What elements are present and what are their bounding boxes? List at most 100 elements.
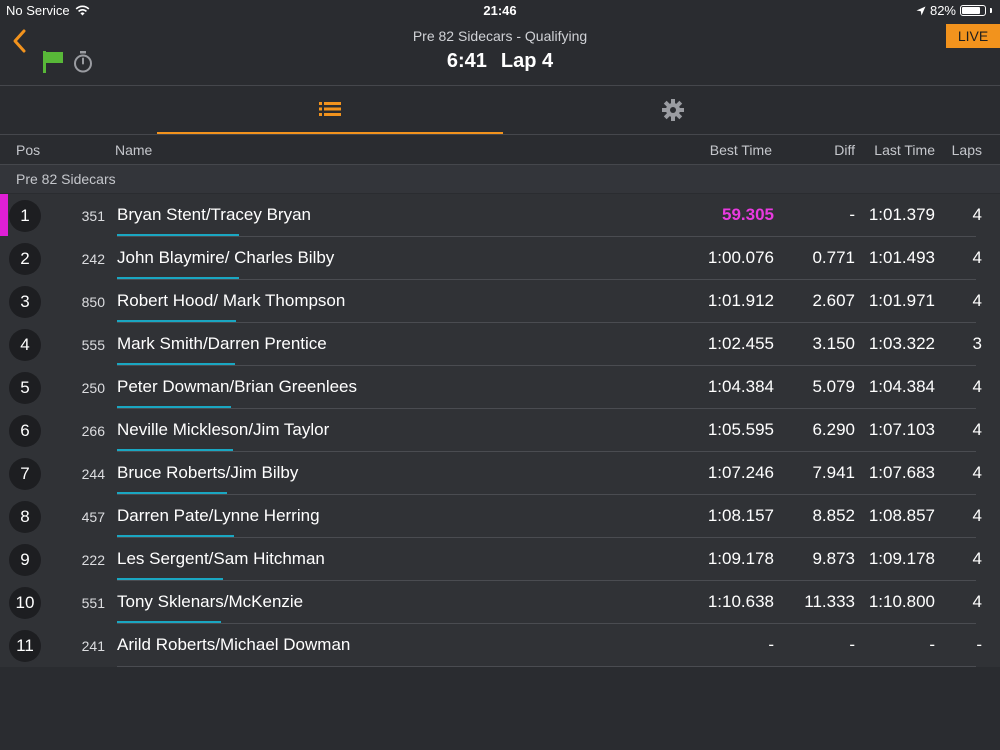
gap-diff: -: [849, 205, 855, 224]
best-time: -: [768, 635, 774, 654]
last-time: 1:08.857: [868, 506, 935, 525]
lap-count: 4: [972, 463, 982, 482]
last-time: 1:10.800: [868, 592, 935, 611]
class-group-title: Pre 82 Sidecars: [16, 171, 116, 187]
lap-count: 4: [972, 291, 982, 310]
car-number: 250: [81, 380, 105, 396]
last-time: 1:07.103: [868, 420, 935, 439]
lap-count: 4: [972, 420, 982, 439]
tab-settings[interactable]: [503, 86, 843, 134]
position-badge: 6: [9, 415, 41, 447]
battery-tip: [990, 8, 992, 13]
battery-percent: 82%: [929, 3, 956, 18]
best-time: 1:10.638: [707, 592, 774, 611]
gap-diff: 3.150: [812, 334, 855, 353]
rider-names: John Blaymire/ Charles Bilby: [117, 248, 335, 267]
rider-names: Mark Smith/Darren Prentice: [117, 334, 327, 353]
best-time: 59.305: [722, 205, 774, 224]
rider-names: Bruce Roberts/Jim Bilby: [117, 463, 299, 482]
position-badge: 9: [9, 544, 41, 576]
session-title: Pre 82 Sidecars - Qualifying: [412, 28, 588, 44]
best-time: 1:04.384: [707, 377, 774, 396]
live-badge[interactable]: LIVE: [946, 24, 1000, 48]
last-time: 1:01.971: [868, 291, 935, 310]
car-number: 551: [81, 595, 105, 611]
gap-diff: 6.290: [812, 420, 855, 439]
last-time: 1:01.379: [868, 205, 935, 224]
lap-counter: Lap 4: [500, 50, 554, 72]
status-right: 82%: [916, 3, 992, 18]
last-time: 1:03.322: [868, 334, 935, 353]
last-time: 1:09.178: [868, 549, 935, 568]
tab-results-list[interactable]: [157, 86, 503, 134]
car-number: 457: [81, 509, 105, 525]
position-badge: 1: [9, 200, 41, 232]
gear-icon: [662, 99, 684, 121]
gap-diff: 8.852: [812, 506, 855, 525]
table-row[interactable]: 7 244 Bruce Roberts/Jim Bilby 1:07.246 7.941…: [0, 452, 1000, 495]
col-laps[interactable]: Laps: [940, 142, 982, 158]
col-diff[interactable]: Diff: [780, 142, 855, 158]
rider-names: Neville Mickleson/Jim Taylor: [117, 420, 330, 439]
car-number: 241: [81, 638, 105, 654]
table-row[interactable]: 4 555 Mark Smith/Darren Prentice 1:02.455 3.…: [0, 323, 1000, 366]
position-badge: 10: [9, 587, 41, 619]
best-time: 1:05.595: [707, 420, 774, 439]
car-number: 555: [81, 337, 105, 353]
table-row[interactable]: 9 222 Les Sergent/Sam Hitchman 1:09.178 9.87…: [0, 538, 1000, 581]
gap-diff: 0.771: [812, 248, 855, 267]
table-row[interactable]: 11 241 Arild Roberts/Michael Dowman - - - -: [0, 624, 1000, 667]
table-row[interactable]: 10 551 Tony Sklenars/McKenzie 1:10.638 11.33…: [0, 581, 1000, 624]
rider-names: Arild Roberts/Michael Dowman: [117, 635, 351, 654]
table-row[interactable]: 2 242 John Blaymire/ Charles Bilby 1:00.076…: [0, 237, 1000, 280]
column-headers: Pos Name Best Time Diff Last Time Laps: [0, 135, 1000, 164]
table-row[interactable]: 5 250 Peter Dowman/Brian Greenlees 1:04.384…: [0, 366, 1000, 409]
lap-count: 4: [972, 592, 982, 611]
position-badge: 2: [9, 243, 41, 275]
lap-count: 3: [972, 334, 982, 353]
class-group-header: Pre 82 Sidecars: [0, 165, 1000, 193]
best-time: 1:00.076: [707, 248, 774, 267]
rider-names: Tony Sklenars/McKenzie: [117, 592, 304, 611]
car-number: 351: [81, 208, 105, 224]
car-number: 266: [81, 423, 105, 439]
gap-diff: -: [849, 635, 855, 654]
rider-names: Bryan Stent/Tracey Bryan: [117, 205, 312, 224]
clock-time: 21:46: [483, 3, 517, 18]
race-clock: 6:41 Lap 4: [0, 50, 1000, 73]
col-best-time[interactable]: Best Time: [650, 142, 772, 158]
car-number: 850: [81, 294, 105, 310]
rider-names: Darren Pate/Lynne Herring: [117, 506, 320, 525]
lap-count: 4: [972, 549, 982, 568]
gap-diff: 9.873: [812, 549, 855, 568]
col-pos[interactable]: Pos: [16, 142, 40, 158]
results-table: 1 351 Bryan Stent/Tracey Bryan 59.305-1:01.…: [0, 194, 1000, 667]
table-row[interactable]: 8 457 Darren Pate/Lynne Herring 1:08.157 8.8…: [0, 495, 1000, 538]
battery-level: [962, 7, 980, 14]
lap-count: 4: [972, 506, 982, 525]
best-time: 1:01.912: [707, 291, 774, 310]
rider-names: Peter Dowman/Brian Greenlees: [117, 377, 358, 396]
best-time: 1:02.455: [707, 334, 774, 353]
table-row[interactable]: 6 266 Neville Mickleson/Jim Taylor 1:05.595…: [0, 409, 1000, 452]
position-badge: 4: [9, 329, 41, 361]
list-icon: [319, 102, 341, 116]
view-tabs: [0, 86, 1000, 134]
last-time: 1:01.493: [868, 248, 935, 267]
best-time: 1:08.157: [707, 506, 774, 525]
col-name[interactable]: Name: [115, 142, 152, 158]
table-row[interactable]: 1 351 Bryan Stent/Tracey Bryan 59.305 -1:01.…: [0, 194, 1000, 237]
car-number: 222: [81, 552, 105, 568]
lap-count: 4: [972, 377, 982, 396]
last-time: 1:07.683: [868, 463, 935, 482]
gap-diff: 5.079: [812, 377, 855, 396]
col-last-time[interactable]: Last Time: [855, 142, 935, 158]
position-badge: 7: [9, 458, 41, 490]
battery-icon: [960, 5, 986, 16]
table-row[interactable]: 3 850 Robert Hood/ Mark Thompson 1:01.912 2.…: [0, 280, 1000, 323]
position-badge: 11: [9, 630, 41, 662]
location-arrow-icon: [916, 6, 926, 15]
lap-count: -: [976, 635, 982, 654]
remaining-time: 6:41: [446, 50, 487, 72]
status-bar: No Service 21:46 82%: [0, 0, 1000, 20]
